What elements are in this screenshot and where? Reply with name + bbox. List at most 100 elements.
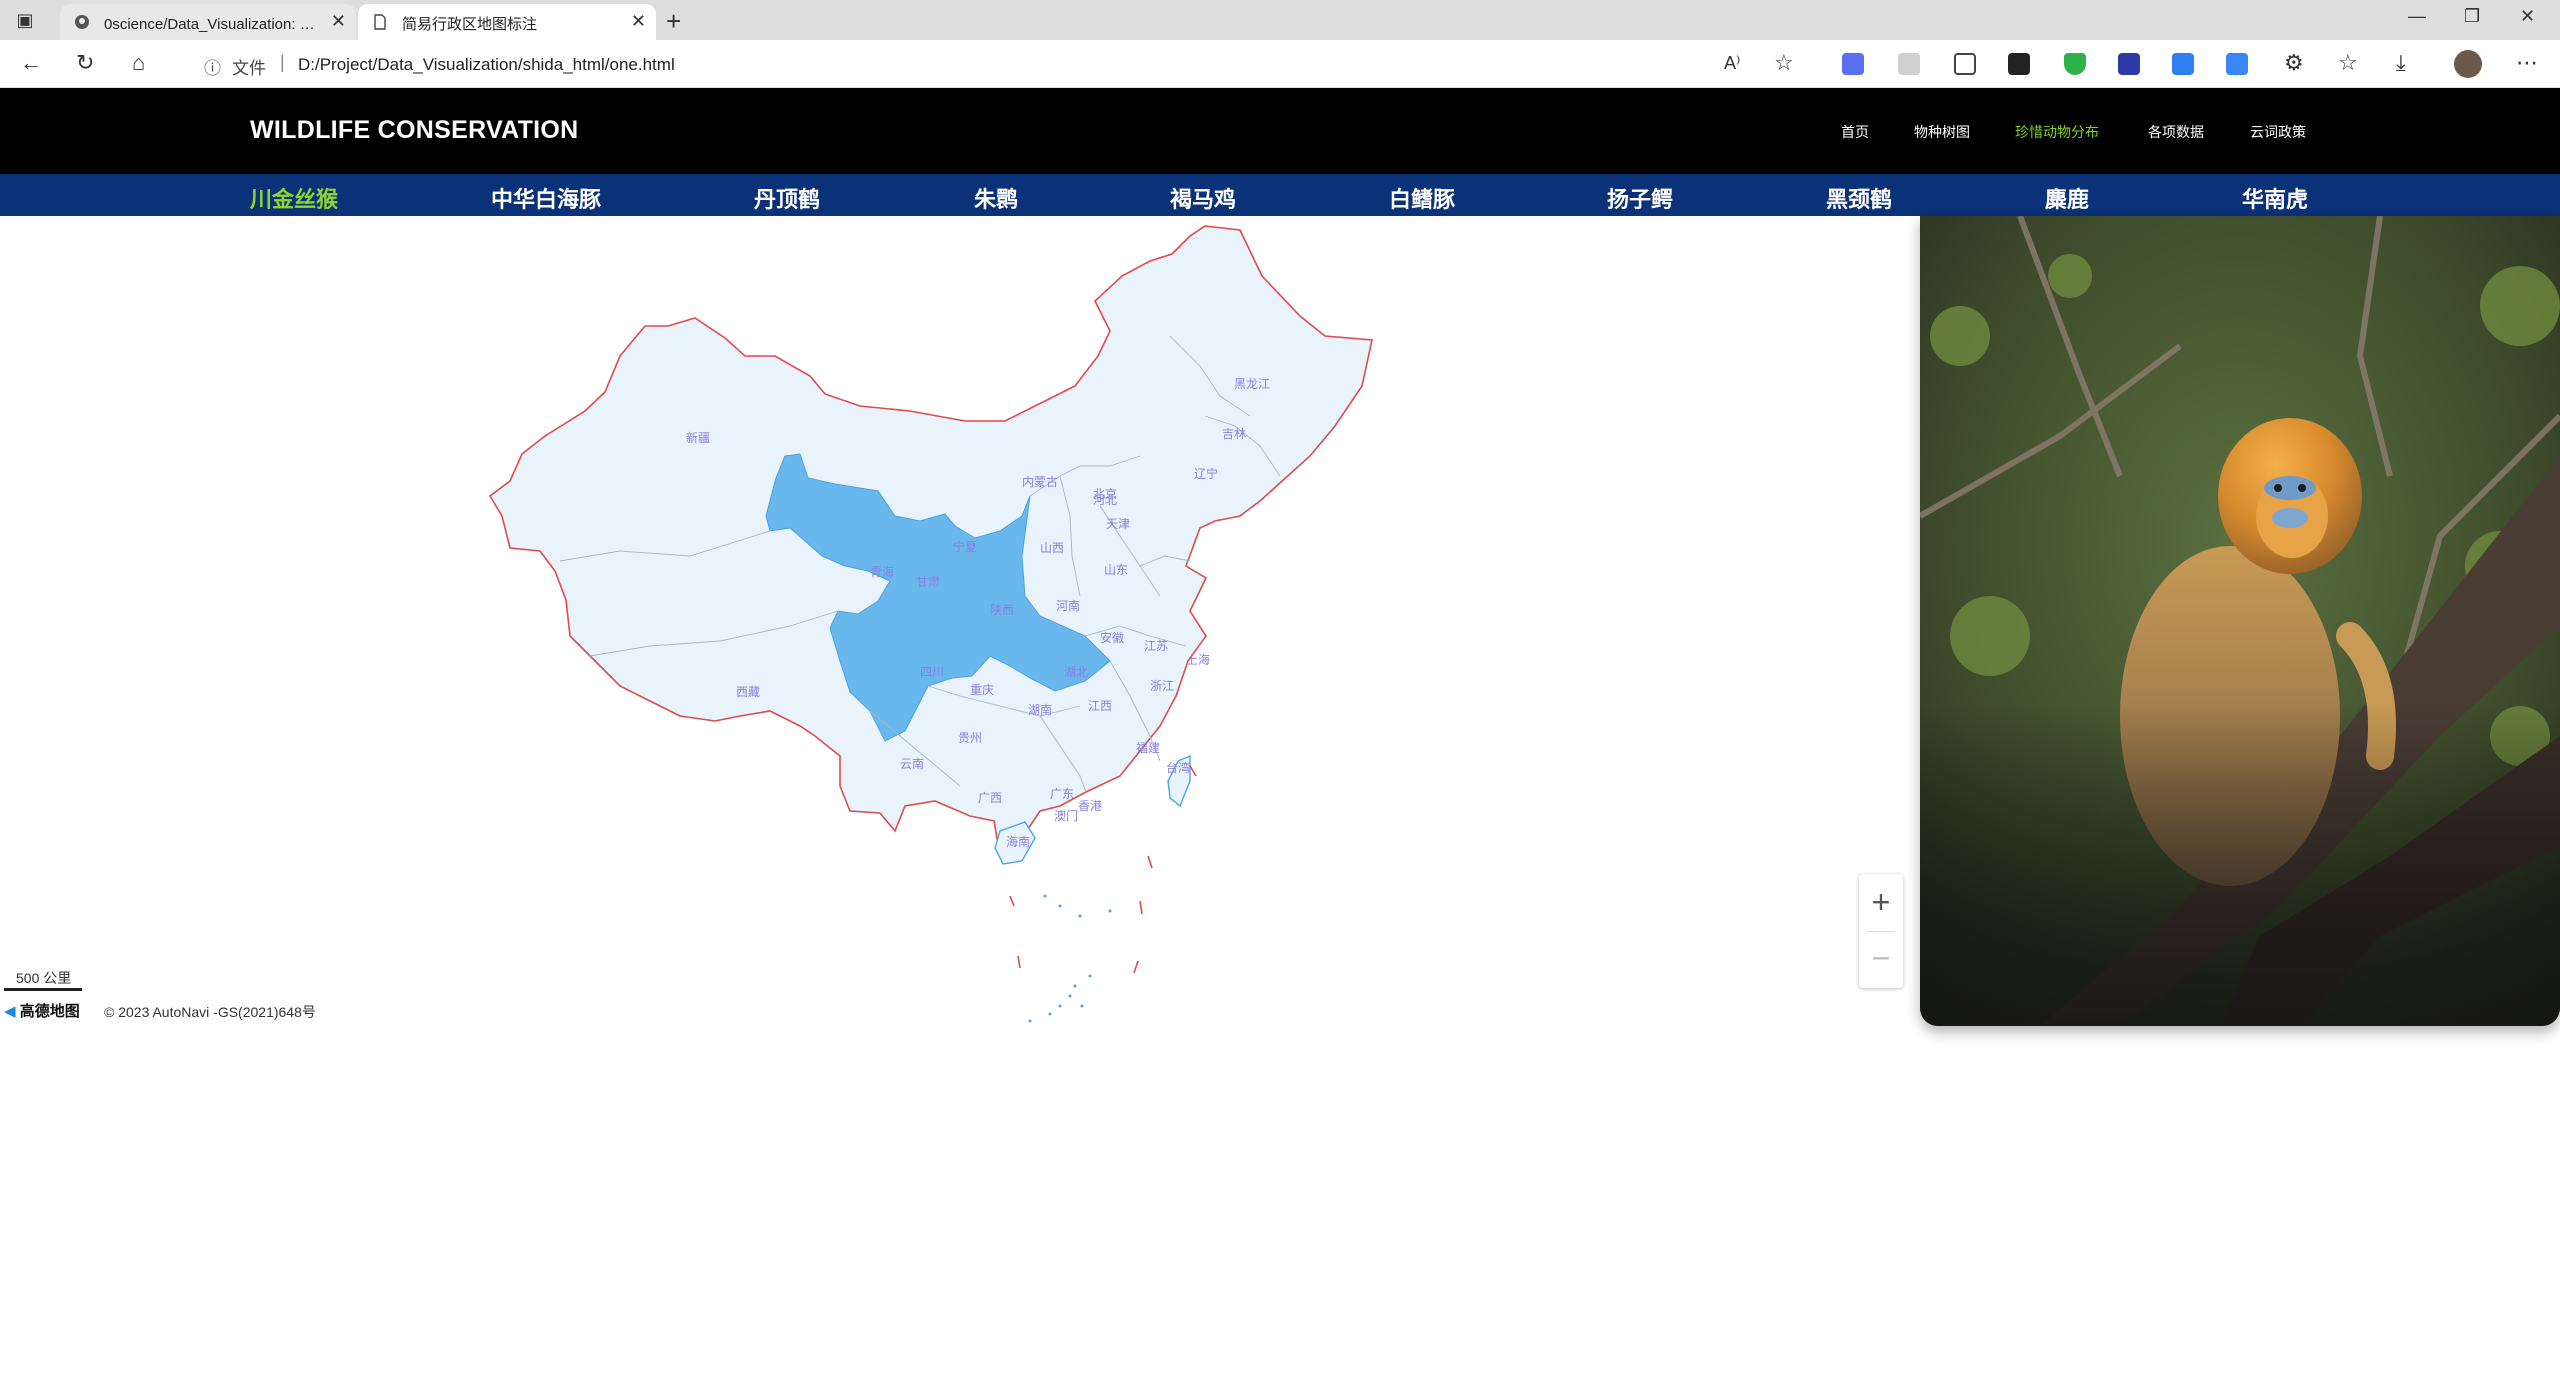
extension-icon[interactable] <box>2172 53 2194 75</box>
province-label: 重庆 <box>970 683 994 697</box>
province-label: 江苏 <box>1144 639 1168 653</box>
province-label: 湖北 <box>1064 664 1088 679</box>
more-menu-icon[interactable]: ⋯ <box>2516 50 2538 76</box>
species-tab-chinese-alligator[interactable]: 扬子鳄 <box>1607 182 1673 214</box>
zoom-control: + − <box>1859 874 1903 988</box>
extensions-puzzle-icon[interactable]: ⚙ <box>2284 50 2304 76</box>
info-icon[interactable]: ⓘ <box>204 54 221 79</box>
home-icon[interactable]: ⌂ <box>132 50 145 76</box>
species-tab-black-necked-crane[interactable]: 黑颈鹤 <box>1826 182 1892 214</box>
nav-data[interactable]: 各项数据 <box>2148 122 2204 142</box>
province-label: 新疆 <box>686 430 710 445</box>
favorites-icon[interactable]: ☆ <box>2338 50 2358 76</box>
browser-tab-current[interactable]: 简易行政区地图标注 ✕ <box>358 4 656 40</box>
extension-icon[interactable] <box>2118 53 2140 75</box>
province-label: 陕西 <box>990 602 1014 617</box>
address-bar-row: ← ↻ ⌂ ⓘ 文件 | D:/Project/Data_Visualizati… <box>0 40 2560 88</box>
close-icon[interactable]: ✕ <box>631 11 646 32</box>
province-label: 香港 <box>1078 799 1102 813</box>
reload-icon[interactable]: ↻ <box>76 50 94 76</box>
province-label: 山东 <box>1104 563 1128 577</box>
amap-arrow-icon: ◀ <box>4 1003 16 1020</box>
province-label: 澳门 <box>1054 808 1078 823</box>
province-label: 辽宁 <box>1194 466 1218 481</box>
restore-icon[interactable]: ❐ <box>2464 6 2480 27</box>
province-label: 河南 <box>1056 598 1080 613</box>
zoom-divider <box>1867 931 1895 932</box>
golden-monkey-illustration <box>1920 216 2560 1026</box>
tab-actions-icon[interactable]: ▣ <box>14 9 36 31</box>
species-nav: 川金丝猴 中华白海豚 丹顶鹤 朱鹮 褐马鸡 白鳍豚 扬子鳄 黑颈鹤 麋鹿 华南虎 <box>0 174 2560 216</box>
species-tab-white-dolphin[interactable]: 中华白海豚 <box>491 182 601 214</box>
china-map[interactable]: 新疆 西藏 青海 甘肃 宁夏 内蒙古 陕西 四川 重庆 云南 贵州 广西 广东 海南 湖南 湖北 河南 山西 河北北… <box>0 216 1920 1026</box>
species-tab-crested-ibis[interactable]: 朱鹮 <box>974 182 1018 214</box>
site-header: WILDLIFE CONSERVATION 首页 物种树图 珍惜动物分布 各项数… <box>0 88 2560 174</box>
window-close-icon[interactable]: ✕ <box>2520 6 2535 27</box>
province-label: 湖南 <box>1028 702 1052 717</box>
new-tab-button[interactable]: + <box>666 6 681 37</box>
tab-title: 简易行政区地图标注 <box>402 16 538 33</box>
province-label: 云南 <box>900 756 924 771</box>
province-label: 西藏 <box>736 685 760 699</box>
province-label: 青海 <box>870 564 894 579</box>
amap-logo-text: 高德地图 <box>19 1003 80 1020</box>
extension-icon[interactable] <box>2008 53 2030 75</box>
favorite-star-icon[interactable]: ☆ <box>1774 50 1794 76</box>
minimize-icon[interactable]: — <box>2408 6 2426 27</box>
avatar[interactable] <box>2454 50 2482 78</box>
extension-icon[interactable] <box>1898 53 1920 75</box>
province-label: 甘肃 <box>916 575 940 589</box>
amap-logo: ◀ 高德地图 <box>4 1000 80 1021</box>
province-label: 内蒙古 <box>1022 474 1058 489</box>
species-tab-red-crowned-crane[interactable]: 丹顶鹤 <box>754 182 820 214</box>
province-label: 天津 <box>1106 517 1130 531</box>
close-icon[interactable]: ✕ <box>331 11 346 32</box>
province-label: 黑龙江 <box>1234 377 1270 391</box>
url-text[interactable]: D:/Project/Data_Visualization/shida_html… <box>298 55 675 75</box>
translate-icon[interactable] <box>2226 53 2248 75</box>
download-icon[interactable]: ⤓ <box>2396 50 2406 76</box>
species-tab-south-china-tiger[interactable]: 华南虎 <box>2242 182 2308 214</box>
province-label: 贵州 <box>958 731 982 745</box>
zoom-out-button[interactable]: − <box>1859 934 1903 982</box>
tab-title: 0science/Data_Visualization: 这是 <box>104 16 316 33</box>
nav-policy[interactable]: 云词政策 <box>2250 122 2306 142</box>
shield-icon[interactable] <box>2064 53 2086 75</box>
species-tab-brown-eared-pheasant[interactable]: 褐马鸡 <box>1170 182 1236 214</box>
page-icon <box>374 14 386 30</box>
species-photo <box>1920 216 2560 1026</box>
image-icon[interactable] <box>1954 53 1976 75</box>
species-tab-pere-david-deer[interactable]: 麋鹿 <box>2045 182 2089 214</box>
province-label: 安徽 <box>1100 630 1124 645</box>
map-canvas[interactable]: 新疆西藏青海甘肃宁夏内蒙古陕西四川重庆云南贵州广西 广东海南湖南湖北河南山西河北北… <box>0 216 1920 1026</box>
brand-title[interactable]: WILDLIFE CONSERVATION <box>250 116 579 145</box>
species-tab-baiji[interactable]: 白鳍豚 <box>1389 182 1455 214</box>
species-tab-golden-monkey[interactable]: 川金丝猴 <box>250 182 338 214</box>
province-label: 四川 <box>920 665 944 679</box>
zoom-in-button[interactable]: + <box>1859 878 1903 926</box>
browser-tab-bar: ▣ 0science/Data_Visualization: 这是 ✕ 简易行政… <box>0 0 2560 40</box>
province-label: 海南 <box>1006 834 1030 849</box>
read-aloud-icon[interactable]: A⁾ <box>1724 53 1740 74</box>
nav-species-tree[interactable]: 物种树图 <box>1914 122 1970 142</box>
province-label: 北京 <box>1093 487 1117 501</box>
province-label: 台湾 <box>1166 760 1190 775</box>
github-icon <box>75 15 89 29</box>
province-label: 山西 <box>1040 541 1064 555</box>
province-label: 广东 <box>1050 787 1074 801</box>
nav-home[interactable]: 首页 <box>1841 122 1869 142</box>
back-icon[interactable]: ← <box>20 50 42 76</box>
address-bar[interactable]: ⓘ 文件 | D:/Project/Data_Visualization/shi… <box>180 46 1800 82</box>
map-scale-label: 500 公里 <box>16 970 72 986</box>
extension-icon[interactable] <box>1842 53 1864 75</box>
url-separator: | <box>280 52 285 72</box>
nav-distribution[interactable]: 珍惜动物分布 <box>2015 122 2099 142</box>
site-info-label[interactable]: 文件 <box>232 54 266 79</box>
map-copyright: © 2023 AutoNavi -GS(2021)648号 <box>104 1004 316 1020</box>
province-label: 浙江 <box>1150 679 1174 693</box>
province-label: 上海 <box>1186 652 1210 667</box>
south-sea-islands <box>1028 894 1112 1023</box>
browser-tab-github[interactable]: 0science/Data_Visualization: 这是 ✕ <box>60 4 356 40</box>
map-scale-bar <box>4 988 82 991</box>
province-label: 广西 <box>978 791 1002 805</box>
